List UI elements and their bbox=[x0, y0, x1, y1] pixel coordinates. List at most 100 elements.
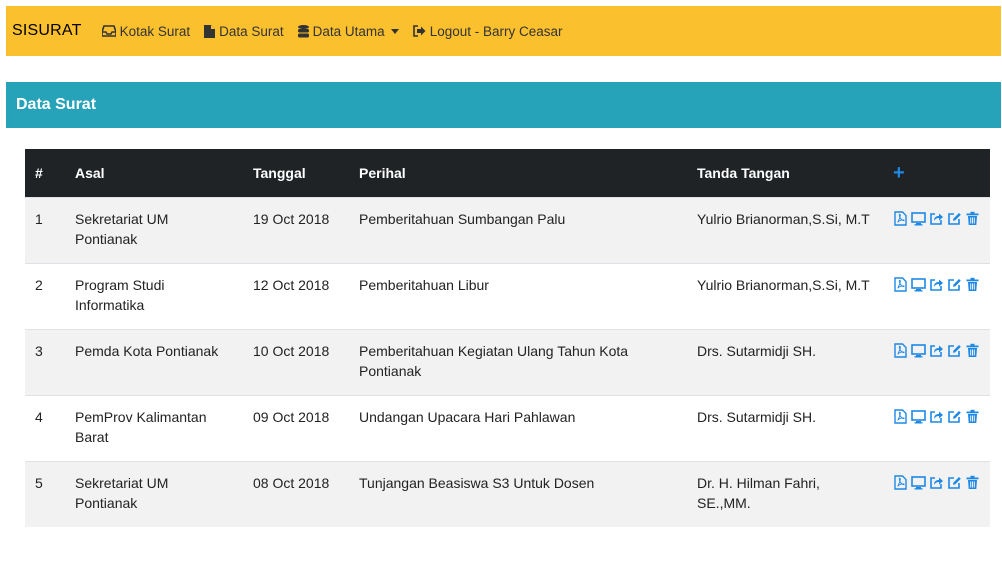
cell-actions bbox=[883, 395, 990, 462]
cell-tanda-tangan: Yulrio Brianorman,S.Si, M.T bbox=[687, 197, 883, 264]
cell-actions bbox=[883, 461, 990, 527]
delete-button[interactable] bbox=[965, 343, 980, 358]
delete-button[interactable] bbox=[965, 409, 980, 424]
delete-button[interactable] bbox=[965, 211, 980, 226]
cell-asal: Sekretariat UM Pontianak bbox=[65, 197, 243, 264]
share-icon bbox=[930, 213, 943, 225]
table-row: 3 Pemda Kota Pontianak 10 Oct 2018 Pemberit… bbox=[25, 329, 990, 396]
data-surat-table: # Asal Tanggal Perihal Tanda Tangan + 1S… bbox=[25, 149, 990, 527]
view-pdf-button[interactable] bbox=[893, 475, 908, 490]
cell-no: 3 bbox=[25, 329, 65, 396]
preview-button[interactable] bbox=[911, 409, 926, 424]
cell-tanda-tangan: Drs. Sutarmidji SH. bbox=[687, 329, 883, 396]
preview-button[interactable] bbox=[911, 277, 926, 292]
desktop-icon bbox=[911, 278, 926, 292]
view-pdf-button[interactable] bbox=[893, 211, 908, 226]
row-action-group bbox=[893, 341, 980, 358]
inbox-icon bbox=[101, 25, 116, 37]
table-header-row: # Asal Tanggal Perihal Tanda Tangan + bbox=[25, 149, 990, 198]
pdf-icon bbox=[894, 409, 907, 424]
edit-button[interactable] bbox=[947, 277, 962, 292]
preview-button[interactable] bbox=[911, 475, 926, 490]
cell-tanggal: 19 Oct 2018 bbox=[243, 197, 349, 264]
add-surat-button[interactable]: + bbox=[893, 162, 905, 185]
edit-button[interactable] bbox=[947, 409, 962, 424]
table-row: 5 Sekretariat UM Pontianak 08 Oct 2018 Tunj… bbox=[25, 461, 990, 527]
share-icon bbox=[930, 345, 943, 357]
nav-data-surat[interactable]: Data Surat bbox=[204, 24, 284, 39]
disposisi-button[interactable] bbox=[929, 277, 944, 292]
nav-logout[interactable]: Logout - Barry Ceasar bbox=[412, 23, 563, 39]
edit-icon bbox=[948, 345, 961, 357]
cell-asal: Program Studi Informatika bbox=[65, 263, 243, 330]
row-action-group bbox=[893, 209, 980, 226]
edit-icon bbox=[948, 477, 961, 489]
cell-actions bbox=[883, 329, 990, 396]
cell-perihal: Pemberitahuan Libur bbox=[349, 263, 687, 330]
edit-button[interactable] bbox=[947, 343, 962, 358]
view-pdf-button[interactable] bbox=[893, 409, 908, 424]
trash-icon bbox=[966, 409, 979, 423]
row-action-group bbox=[893, 473, 980, 490]
cell-tanda-tangan: Drs. Sutarmidji SH. bbox=[687, 395, 883, 462]
header-actions: + bbox=[883, 149, 990, 198]
cell-tanggal: 10 Oct 2018 bbox=[243, 329, 349, 396]
header-tanda-tangan: Tanda Tangan bbox=[687, 149, 883, 198]
share-icon bbox=[930, 477, 943, 489]
nav-data-surat-label: Data Surat bbox=[219, 23, 284, 39]
trash-icon bbox=[966, 211, 979, 225]
header-perihal: Perihal bbox=[349, 149, 687, 198]
disposisi-button[interactable] bbox=[929, 409, 944, 424]
preview-button[interactable] bbox=[911, 211, 926, 226]
header-asal: Asal bbox=[65, 149, 243, 198]
disposisi-button[interactable] bbox=[929, 343, 944, 358]
view-pdf-button[interactable] bbox=[893, 343, 908, 358]
cell-asal: PemProv Kalimantan Barat bbox=[65, 395, 243, 462]
delete-button[interactable] bbox=[965, 277, 980, 292]
table-header: # Asal Tanggal Perihal Tanda Tangan + bbox=[25, 149, 990, 198]
desktop-icon bbox=[911, 410, 926, 424]
nav-logout-label: Logout - Barry Ceasar bbox=[429, 23, 563, 39]
desktop-icon bbox=[911, 212, 926, 226]
disposisi-button[interactable] bbox=[929, 211, 944, 226]
cell-actions bbox=[883, 263, 990, 330]
preview-button[interactable] bbox=[911, 343, 926, 358]
trash-icon bbox=[966, 475, 979, 489]
delete-button[interactable] bbox=[965, 475, 980, 490]
cell-tanda-tangan: Dr. H. Hilman Fahri, SE.,MM. bbox=[687, 461, 883, 527]
header-no: # bbox=[25, 149, 65, 198]
cell-actions bbox=[883, 197, 990, 264]
cell-tanggal: 08 Oct 2018 bbox=[243, 461, 349, 527]
cell-asal: Sekretariat UM Pontianak bbox=[65, 461, 243, 527]
edit-button[interactable] bbox=[947, 211, 962, 226]
nav-kotak-surat-label: Kotak Surat bbox=[119, 23, 191, 39]
pdf-icon bbox=[894, 277, 907, 292]
cell-perihal: Pemberitahuan Sumbangan Palu bbox=[349, 197, 687, 264]
edit-button[interactable] bbox=[947, 475, 962, 490]
table-body: 1 Sekretariat UM Pontianak 19 Oct 2018 Pemb… bbox=[25, 197, 990, 527]
cell-tanggal: 09 Oct 2018 bbox=[243, 395, 349, 462]
file-icon bbox=[204, 24, 216, 38]
disposisi-button[interactable] bbox=[929, 475, 944, 490]
view-pdf-button[interactable] bbox=[893, 277, 908, 292]
cell-tanggal: 12 Oct 2018 bbox=[243, 263, 349, 330]
cell-asal: Pemda Kota Pontianak bbox=[65, 329, 243, 396]
nav-kotak-surat[interactable]: Kotak Surat bbox=[101, 23, 191, 39]
table-row: 1 Sekretariat UM Pontianak 19 Oct 2018 Pemb… bbox=[25, 197, 990, 264]
edit-icon bbox=[948, 411, 961, 423]
brand-logo[interactable]: SISURAT bbox=[12, 22, 82, 40]
trash-icon bbox=[966, 343, 979, 357]
header-tanggal: Tanggal bbox=[243, 149, 349, 198]
pdf-icon bbox=[894, 343, 907, 358]
cell-perihal: Tunjangan Beasiswa S3 Untuk Dosen bbox=[349, 461, 687, 527]
table-row: 4 PemProv Kalimantan Barat 09 Oct 2018 Unda… bbox=[25, 395, 990, 462]
share-icon bbox=[930, 411, 943, 423]
edit-icon bbox=[948, 213, 961, 225]
database-icon bbox=[297, 24, 309, 37]
trash-icon bbox=[966, 277, 979, 291]
cell-tanda-tangan: Yulrio Brianorman,S.Si, M.T bbox=[687, 263, 883, 330]
nav-data-utama-dropdown[interactable]: Data Utama bbox=[297, 24, 399, 39]
card-title: Data Surat bbox=[16, 96, 97, 113]
row-action-group bbox=[893, 275, 980, 292]
pdf-icon bbox=[894, 211, 907, 226]
